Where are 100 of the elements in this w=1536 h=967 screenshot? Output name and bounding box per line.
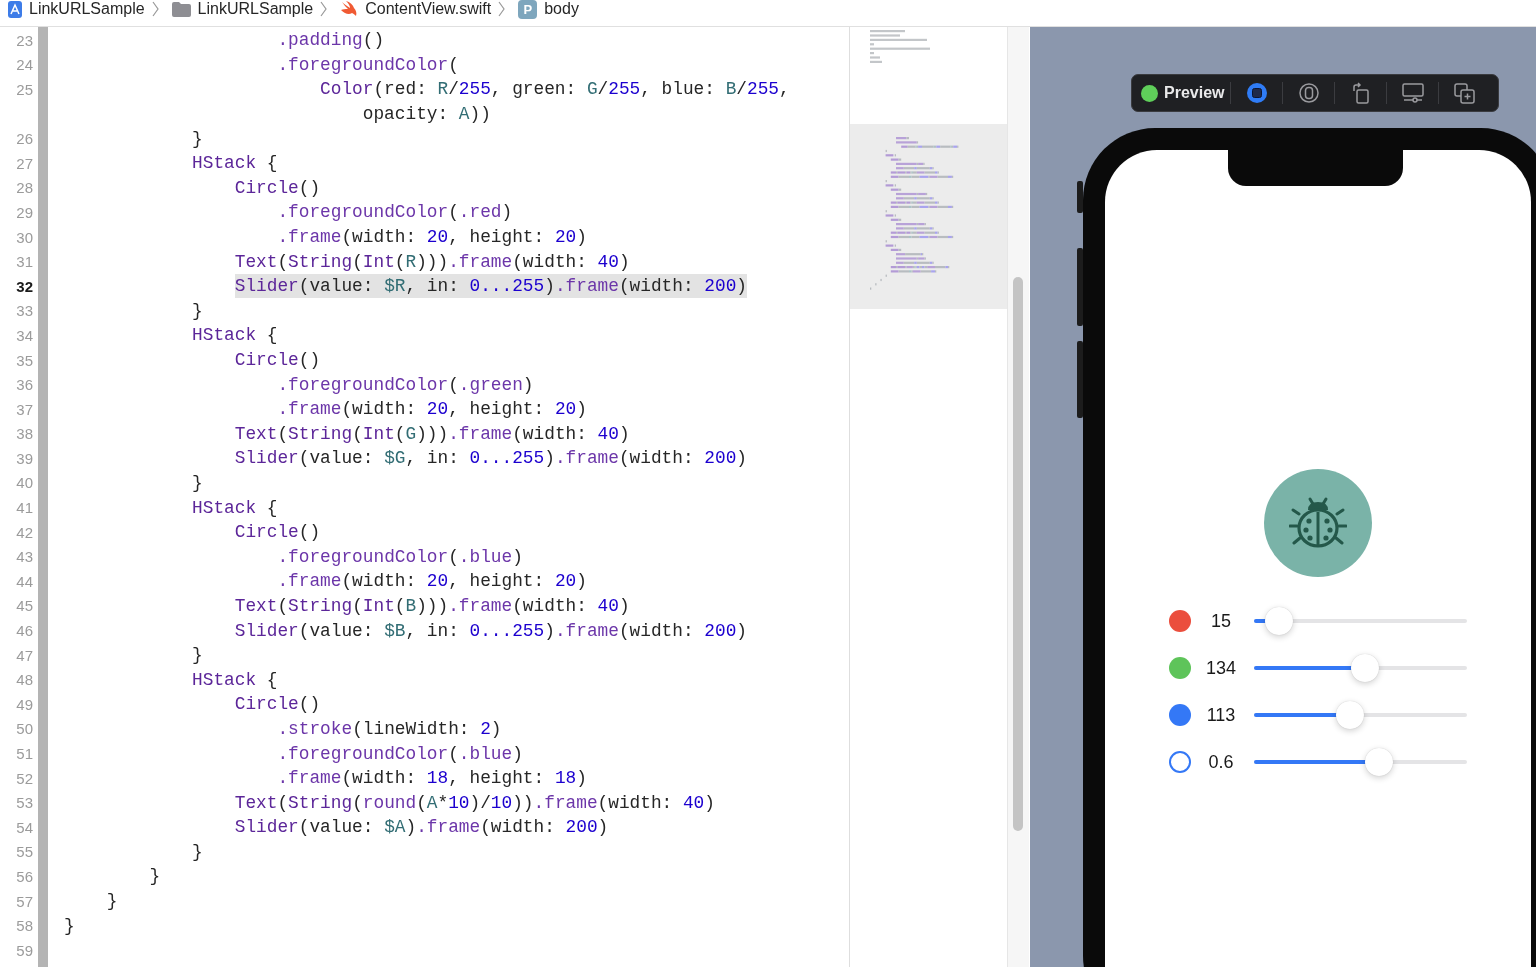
line-number: 49 (15, 695, 33, 713)
line-number: 30 (15, 228, 33, 246)
slider-thumb[interactable] (1335, 701, 1364, 729)
line-number: 32 (15, 277, 33, 295)
code-line: } (191, 473, 203, 493)
code-line: Slider(value: $A).frame(width: 200) (233, 817, 609, 838)
code-line: .frame(width: 18, height: 18) (276, 768, 587, 789)
code-line: HStack { (191, 669, 278, 690)
line-number: 58 (15, 917, 33, 935)
code-line: opacity: A)) (361, 104, 491, 125)
line-number: 44 (15, 572, 33, 590)
chevron-icon (320, 1, 328, 17)
line-number: 27 (15, 154, 33, 172)
line-number: 53 (15, 794, 33, 812)
swift-logo-icon (340, 1, 359, 17)
code-line: } (191, 645, 203, 666)
code-line: HStack { (191, 325, 278, 346)
scrollbar-thumb[interactable] (1013, 277, 1023, 831)
monitor-icon (1402, 83, 1424, 103)
code-line: } (105, 891, 118, 912)
slider-value: 134 (1204, 657, 1237, 679)
status-dot-icon (1141, 84, 1158, 102)
live-mode-icon (1247, 83, 1267, 103)
code-line: Text(String(Int(R))).frame(width: 40) (233, 251, 630, 272)
line-number: 47 (15, 646, 33, 664)
line-number: 31 (15, 253, 33, 271)
line-number: 38 (15, 425, 33, 443)
slider[interactable] (1254, 701, 1467, 729)
code-line: Circle() (233, 694, 321, 715)
slider-value: 15 (1210, 610, 1232, 632)
code-line: Circle() (233, 177, 321, 198)
line-number: 24 (15, 56, 33, 74)
code-line: Circle() (233, 350, 321, 370)
slider-value: 0.6 (1207, 751, 1235, 773)
code-line: Slider(value: $B, in: 0...255).frame(width: 200) (233, 620, 747, 641)
code-line: Text(String(Int(G))).frame(width: 40) (233, 423, 630, 444)
breadcrumb-item[interactable]: LinkURLSample (197, 0, 314, 18)
preview-button[interactable]: Preview (1141, 84, 1225, 102)
slider-thumb[interactable] (1264, 607, 1293, 635)
line-number: 57 (15, 892, 33, 910)
code-line: } (191, 300, 203, 321)
line-number: 51 (15, 745, 33, 762)
line-number: 55 (15, 843, 33, 861)
line-number: 46 (15, 622, 33, 640)
folder-icon (171, 1, 191, 17)
line-number: 56 (15, 868, 33, 885)
line-number: 29 (15, 203, 33, 221)
line-number: 37 (15, 400, 33, 418)
line-number: 52 (15, 769, 33, 787)
code-line: Circle() (233, 522, 321, 543)
code-line: .foregroundColor(.blue) (276, 546, 523, 567)
line-number: 35 (15, 351, 33, 369)
line-number: 25 (15, 81, 33, 98)
code-line: } (148, 866, 161, 887)
line-number: 28 (15, 179, 33, 197)
breadcrumb-item[interactable]: LinkURLSample (29, 0, 145, 18)
app-icon (8, 0, 22, 18)
code-line: .stroke(lineWidth: 2) (276, 718, 502, 739)
line-number: 59 (15, 941, 33, 959)
code-line: Slider(value: $G, in: 0...255).frame(width: 200) (233, 448, 747, 469)
slider[interactable] (1254, 748, 1467, 776)
line-number: 34 (15, 326, 33, 344)
line-number: 48 (15, 671, 33, 689)
code-line: HStack { (191, 497, 278, 518)
code-line: } (191, 841, 203, 862)
breadcrumb-item[interactable]: ContentView.swift (365, 0, 492, 18)
code-line: .foregroundColor(.red) (276, 202, 513, 223)
ladybug-icon (1289, 496, 1347, 550)
duplicate-icon (1454, 82, 1476, 104)
line-number: 45 (15, 597, 33, 615)
line-number: 41 (15, 499, 33, 517)
code-line: .frame(width: 20, height: 20) (276, 227, 587, 248)
code-line: .foregroundColor(.green) (276, 374, 534, 395)
line-number: 36 (15, 376, 33, 394)
line-number: 23 (15, 31, 33, 49)
line-number: 33 (15, 302, 33, 320)
code-line: } (64, 915, 75, 936)
code-line: Text(String(Int(B))).frame(width: 40) (233, 595, 630, 616)
slider-value: 113 (1205, 704, 1237, 726)
property-badge-icon: P (518, 0, 538, 19)
code-line: .frame(width: 20, height: 20) (276, 399, 587, 420)
slider[interactable] (1254, 654, 1467, 682)
code-line: HStack { (191, 153, 278, 174)
code-line: .padding() (276, 30, 385, 51)
code-line: Text(String(round(A*10)/10)).frame(width: 40) (233, 792, 715, 813)
slider-thumb[interactable] (1365, 748, 1393, 776)
line-number: 54 (15, 818, 33, 836)
selectable-mode-icon (1299, 83, 1319, 103)
code-line: .foregroundColor( (276, 54, 459, 75)
code-line: .foregroundColor(.blue) (276, 743, 523, 764)
slider[interactable] (1254, 607, 1467, 635)
breadcrumb-item[interactable]: body (544, 0, 579, 18)
line-number: 50 (15, 720, 33, 738)
chevron-icon (151, 1, 159, 17)
line-number: 40 (15, 474, 33, 492)
line-number: 26 (15, 130, 33, 148)
code-line: Color(red: R/255, green: G/255, blue: B/255, (319, 79, 790, 100)
code-line: .frame(width: 20, height: 20) (276, 571, 587, 592)
slider-thumb[interactable] (1351, 654, 1380, 682)
line-number: 39 (15, 449, 33, 467)
